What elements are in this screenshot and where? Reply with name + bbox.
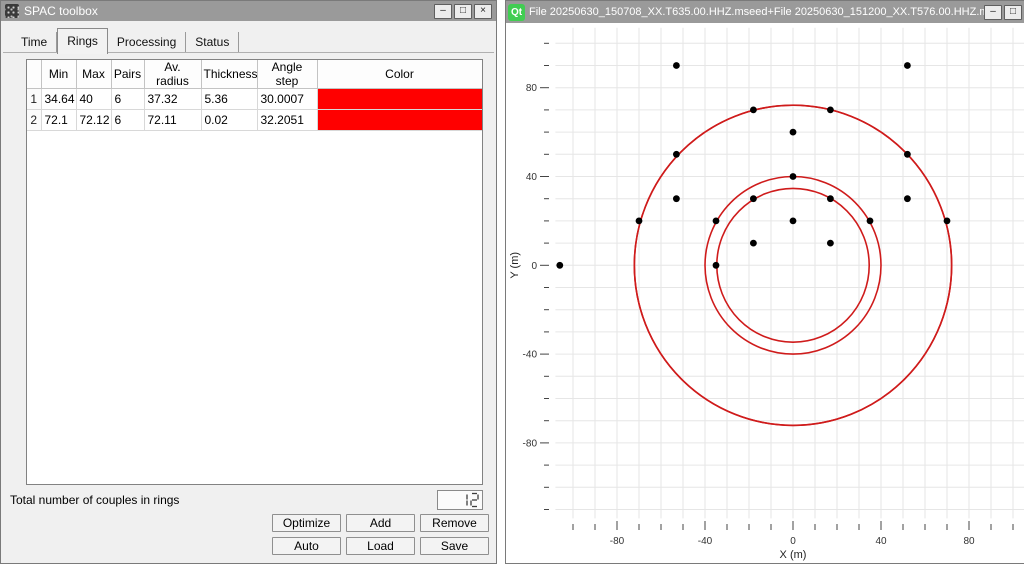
x-axis: -80 -40 0 40 80 X (m)	[573, 521, 1013, 561]
coarray-point	[750, 195, 757, 202]
coarray-point	[673, 62, 680, 69]
tab-bar: TimeRingsProcessingStatus	[12, 32, 239, 53]
coarray-point	[673, 151, 680, 158]
maximize-icon[interactable]: □	[454, 4, 472, 19]
total-couples-lcd	[437, 490, 483, 510]
cell-thickness[interactable]: 5.36	[201, 89, 257, 110]
qt-logo-icon: Qt	[508, 4, 525, 21]
cell-av-radius[interactable]: 72.11	[144, 110, 201, 131]
coarray-point	[904, 151, 911, 158]
tab-rings[interactable]: Rings	[57, 28, 108, 54]
coarray-points	[556, 62, 950, 269]
row-number[interactable]: 1	[27, 89, 41, 110]
coarray-point	[827, 240, 834, 247]
load-button[interactable]: Load	[346, 537, 415, 555]
svg-text:-80: -80	[610, 536, 625, 547]
action-buttons: Optimize Add Remove Auto Load Save	[272, 514, 489, 555]
coarray-point	[790, 173, 797, 180]
rings-table-container: MinMaxPairsAv. radiusThicknessAngle step…	[26, 59, 483, 485]
lcd-digits	[438, 491, 482, 509]
minimize-icon[interactable]: –	[434, 4, 452, 19]
minimize-icon[interactable]: –	[984, 5, 1002, 20]
column-header-min[interactable]: Min	[41, 60, 76, 89]
column-header-pairs[interactable]: Pairs	[111, 60, 144, 89]
left-titlebar[interactable]: SPAC toolbox – □ ×	[1, 1, 496, 21]
column-header-thickness[interactable]: Thickness	[201, 60, 257, 89]
cell-angle-step[interactable]: 32.2051	[257, 110, 317, 131]
table-header-row: MinMaxPairsAv. radiusThicknessAngle step…	[27, 60, 482, 89]
cell-pairs[interactable]: 6	[111, 89, 144, 110]
coarray-point	[713, 262, 720, 269]
close-icon[interactable]: ×	[474, 4, 492, 19]
right-titlebar[interactable]: Qt File 20250630_150708_XX.T635.00.HHZ.m…	[506, 1, 1024, 23]
tab-processing[interactable]: Processing	[108, 32, 186, 53]
optimize-button[interactable]: Optimize	[272, 514, 341, 532]
spac-toolbox-window: SPAC toolbox – □ × TimeRingsProcessingSt…	[0, 0, 497, 564]
svg-text:-40: -40	[523, 350, 538, 361]
maximize-icon[interactable]: □	[1004, 5, 1022, 20]
cell-color-swatch[interactable]	[317, 89, 482, 110]
svg-text:40: 40	[875, 536, 887, 547]
column-header-color[interactable]: Color	[317, 60, 482, 89]
remove-button[interactable]: Remove	[420, 514, 489, 532]
coarray-point	[867, 218, 874, 225]
coarray-point	[556, 262, 563, 269]
cell-angle-step[interactable]: 30.0007	[257, 89, 317, 110]
tab-time[interactable]: Time	[12, 32, 57, 53]
coarray-point	[944, 218, 951, 225]
svg-text:-80: -80	[523, 438, 538, 449]
auto-button[interactable]: Auto	[272, 537, 341, 555]
cell-thickness[interactable]: 0.02	[201, 110, 257, 131]
spac-app-icon	[5, 4, 19, 18]
save-button[interactable]: Save	[420, 537, 489, 555]
coarray-point	[636, 218, 643, 225]
cell-av-radius[interactable]: 37.32	[144, 89, 201, 110]
right-window-controls: – □	[984, 5, 1022, 20]
add-button[interactable]: Add	[346, 514, 415, 532]
x-axis-label: X (m)	[780, 549, 807, 561]
svg-text:40: 40	[526, 172, 538, 183]
cell-max[interactable]: 40	[76, 89, 111, 110]
table-corner	[27, 60, 41, 89]
column-header-max[interactable]: Max	[76, 60, 111, 89]
coarray-point	[790, 218, 797, 225]
plot-grid	[555, 28, 1024, 519]
cell-min[interactable]: 34.64	[41, 89, 76, 110]
coarray-point	[827, 107, 834, 114]
total-couples-label: Total number of couples in rings	[10, 493, 179, 507]
coarray-point	[827, 195, 834, 202]
cell-pairs[interactable]: 6	[111, 110, 144, 131]
coarray-point	[673, 195, 680, 202]
left-window-controls: – □ ×	[434, 4, 492, 19]
svg-text:80: 80	[963, 536, 975, 547]
svg-text:0: 0	[790, 536, 796, 547]
coarray-point	[750, 107, 757, 114]
y-axis-label: Y (m)	[509, 252, 521, 279]
rings-table: MinMaxPairsAv. radiusThicknessAngle step…	[27, 60, 483, 131]
coarray-point	[750, 240, 757, 247]
coarray-point	[713, 218, 720, 225]
coarray-point	[904, 195, 911, 202]
svg-text:-40: -40	[698, 536, 713, 547]
row-number[interactable]: 2	[27, 110, 41, 131]
cell-color-swatch[interactable]	[317, 110, 482, 131]
coarray-point	[904, 62, 911, 69]
table-row: 272.172.12672.110.0232.2051	[27, 110, 482, 131]
left-window-title: SPAC toolbox	[24, 4, 434, 18]
y-axis: -80 -40 0 40 80 Y (m)	[509, 43, 549, 509]
column-header-angle-step[interactable]: Angle step	[257, 60, 317, 89]
table-row: 134.6440637.325.3630.0007	[27, 89, 482, 110]
cell-min[interactable]: 72.1	[41, 110, 76, 131]
rings-plot: -80 -40 0 40 80 X (m) -80 -40 0 40 80 Y (m)	[506, 23, 1024, 565]
svg-text:80: 80	[526, 83, 538, 94]
right-window-title: File 20250630_150708_XX.T635.00.HHZ.msee…	[529, 6, 984, 18]
coarray-point	[790, 129, 797, 136]
column-header-av-radius[interactable]: Av. radius	[144, 60, 201, 89]
tab-status[interactable]: Status	[186, 32, 239, 53]
cell-max[interactable]: 72.12	[76, 110, 111, 131]
svg-text:0: 0	[531, 261, 537, 272]
rings-plot-window: Qt File 20250630_150708_XX.T635.00.HHZ.m…	[505, 0, 1024, 564]
